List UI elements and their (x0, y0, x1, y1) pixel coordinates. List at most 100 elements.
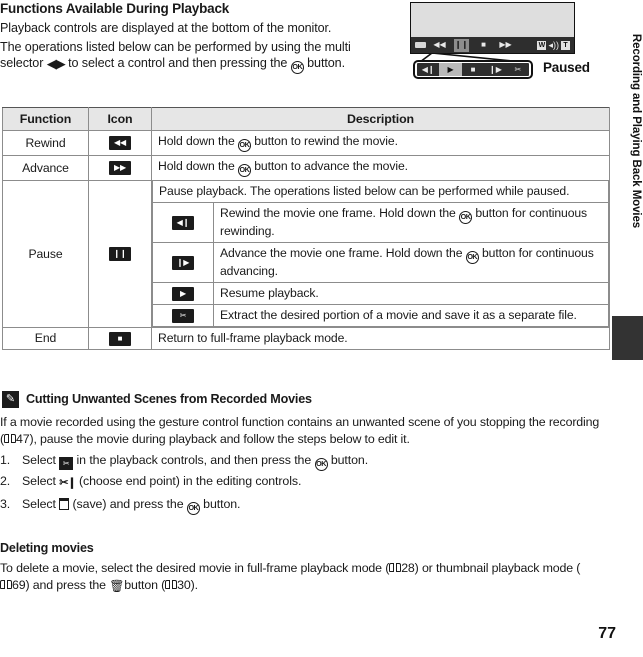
step-text-b: (save) and press the (72, 497, 184, 511)
monitor-rewind-icon: ◀◀ (433, 40, 446, 49)
desc-text-b: button to advance the movie. (254, 159, 408, 173)
row-description: Hold down the OK button to advance the m… (151, 155, 610, 181)
step-number: 3. (0, 497, 11, 511)
row-icon-cell: ■ (88, 327, 152, 350)
intro-paragraph-2: The operations listed below can be perfo… (0, 39, 395, 74)
sub-icon-cell: ✂ (152, 304, 214, 327)
choose-end-point-icon: ✂❙ (59, 477, 76, 489)
list-item: 3. Select (save) and press the OK button… (0, 494, 600, 515)
monitor-zoom-volume-group: W ◂)) T (537, 39, 570, 50)
ok-button-icon: OK (237, 139, 251, 152)
editing-steps-list: 1. Select ✂ in the playback controls, an… (0, 450, 600, 515)
note-title: Cutting Unwanted Scenes from Recorded Mo… (26, 392, 312, 406)
extract-scissors-icon: ✂ (172, 308, 194, 323)
ok-button-icon: OK (465, 251, 479, 264)
advance-icon: ▶▶ (109, 161, 131, 176)
row-description: Return to full-frame playback mode. (151, 327, 610, 350)
frame-rewind-icon: ◀❙ (172, 215, 194, 230)
book-reference-icon (389, 563, 402, 573)
frame-advance-icon: ❙▶ (172, 255, 194, 270)
step-number: 2. (0, 474, 11, 488)
enlarged-strip-inner: ◀❙ ▶ ■ ❙▶ ✂ (417, 63, 529, 76)
pause-subtable: Pause playback. The operations listed be… (152, 181, 609, 327)
sub-icon-cell: ❙▶ (152, 242, 214, 283)
subtable-row: ✂ Extract the desired portion of a movie… (152, 304, 609, 327)
intro-text-c: to select a control and then pressing th… (68, 56, 288, 70)
step-text-a: Select (22, 497, 56, 511)
trash-icon: 🗑 (109, 579, 125, 593)
monitor-control-group: ◀◀ ❙❙ ■ ▶▶ (432, 38, 513, 52)
resume-play-icon: ▶ (439, 63, 462, 76)
sub-description: Advance the movie one frame. Hold down t… (213, 242, 609, 283)
volume-speaker-icon: ◂)) (548, 39, 559, 50)
table-header-row: Function Icon Description (2, 107, 610, 131)
book-reference-icon (165, 580, 178, 590)
wide-zoom-icon: W (537, 40, 547, 50)
playback-functions-table: Function Icon Description Rewind ◀◀ Hold… (2, 107, 610, 350)
del-ref-1: 28 (401, 561, 415, 575)
row-description: Hold down the OK button to rewind the mo… (151, 130, 610, 156)
row-icon-cell: ▶▶ (88, 155, 152, 181)
frame-rewind-icon: ◀❙ (421, 64, 435, 74)
page-number: 77 (598, 625, 616, 642)
multi-selector-arrows-icon: ◀▶ (46, 56, 66, 71)
subtable-row: ◀❙ Rewind the movie one frame. Hold down… (152, 202, 609, 243)
ok-button-icon: OK (459, 211, 473, 224)
sub-icon-cell: ▶ (152, 282, 214, 305)
sub-description: Rewind the movie one frame. Hold down th… (213, 202, 609, 243)
enlarged-playback-controls: ◀❙ ▶ ■ ❙▶ ✂ (413, 60, 533, 79)
table-row-pause: Pause ❙❙ Pause playback. The operations … (2, 180, 610, 328)
ok-button-icon: OK (237, 164, 251, 177)
intro-paragraph-1: Playback controls are displayed at the b… (0, 21, 332, 35)
ok-button-icon: OK (186, 502, 200, 515)
end-stop-icon: ■ (109, 331, 131, 346)
page-title: Functions Available During Playback (0, 1, 230, 16)
monitor-pause-icon: ❙❙ (454, 38, 469, 52)
resume-play-icon: ▶ (172, 286, 194, 301)
paused-caption: Paused (543, 60, 590, 75)
desc-text-a: Hold down the (158, 159, 235, 173)
extract-scissors-icon: ✂ (514, 64, 522, 74)
subtable-lead-row: Pause playback. The operations listed be… (152, 181, 609, 203)
row-icon-cell: ❙❙ (88, 180, 152, 328)
monitor-advance-icon: ▶▶ (499, 40, 512, 49)
sub-description: Resume playback. (213, 282, 609, 305)
extract-scissors-icon: ✂ (59, 457, 74, 470)
table-row: Rewind ◀◀ Hold down the OK button to rew… (2, 130, 610, 156)
step-text-b: (choose end point) in the editing contro… (78, 474, 302, 488)
header-function: Function (2, 107, 89, 131)
note-ref-page: 47 (15, 431, 30, 446)
end-stop-icon: ■ (470, 64, 476, 74)
row-function-advance: Advance (2, 155, 89, 181)
save-icon (59, 498, 70, 510)
del-text-d: button ( (124, 578, 166, 592)
subtable-row: ❙▶ Advance the movie one frame. Hold dow… (152, 242, 609, 283)
row-icon-cell: ◀◀ (88, 130, 152, 156)
list-item: 2. Select ✂❙ (choose end point) in the e… (0, 471, 600, 494)
frame-advance-icon: ❙▶ (488, 64, 502, 74)
book-reference-icon (3, 433, 16, 444)
manual-page: Recording and Playing Back Movies 77 Fun… (0, 0, 643, 657)
del-text-e: ). (190, 578, 198, 592)
pencil-note-icon: ✎ (2, 391, 19, 408)
list-item: 1. Select ✂ in the playback controls, an… (0, 450, 600, 471)
intro-text-d: button. (307, 56, 345, 70)
step-text-c: button. (330, 453, 369, 467)
del-ref-3: 30 (177, 578, 191, 592)
del-text-a: To delete a movie, select the desired mo… (0, 561, 390, 575)
subtable-row: ▶ Resume playback. (152, 282, 609, 305)
del-ref-2: 69 (12, 578, 26, 592)
step-text-a: Select (22, 474, 56, 488)
step-number: 1. (0, 453, 11, 467)
sub-desc-a: Rewind the movie one frame. Hold down th… (220, 206, 456, 220)
note-text-b: ), pause the movie during playback and f… (29, 431, 410, 446)
book-reference-icon (0, 580, 12, 590)
camera-monitor-illustration: ◀◀ ❙❙ ■ ▶▶ W ◂)) T (410, 2, 575, 54)
row-function-pause: Pause (2, 180, 89, 328)
chapter-label: Recording and Playing Back Movies (630, 33, 642, 229)
note-body: If a movie recorded using the gesture co… (0, 414, 600, 447)
row-function-end: End (2, 327, 89, 350)
desc-text-b: button to rewind the movie. (254, 134, 398, 148)
tele-zoom-icon: T (561, 40, 570, 50)
del-text-b: ) or thumbnail playback mode ( (414, 561, 581, 575)
